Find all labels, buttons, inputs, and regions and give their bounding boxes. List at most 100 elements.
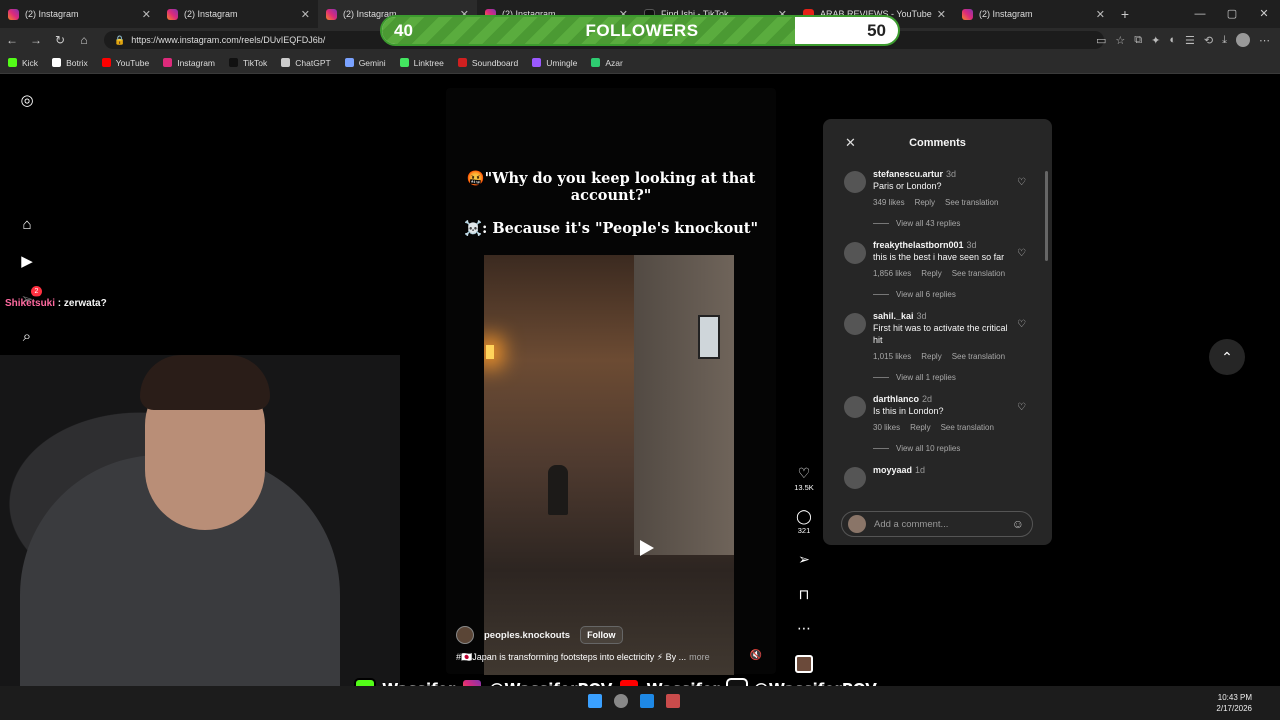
bookmark-umingle[interactable]: Umingle bbox=[532, 58, 577, 68]
ig-favicon-icon bbox=[8, 8, 19, 20]
bookmark-kick[interactable]: Kick bbox=[8, 58, 38, 68]
reader-icon[interactable]: ▭ bbox=[1096, 34, 1106, 47]
minimize-icon[interactable]: — bbox=[1184, 0, 1216, 28]
edge-icon[interactable] bbox=[640, 694, 654, 708]
see-translation-link[interactable]: See translation bbox=[952, 352, 1005, 361]
view-replies-link[interactable]: View all 10 replies bbox=[873, 444, 1018, 453]
comment-likes[interactable]: 349 likes bbox=[873, 198, 905, 207]
browser-tab[interactable]: (2) Instagram ✕ bbox=[159, 0, 318, 28]
bookmark-label: Azar bbox=[605, 57, 623, 68]
author-avatar[interactable] bbox=[456, 626, 474, 644]
close-comments-icon[interactable]: ✕ bbox=[845, 135, 856, 151]
menu-icon[interactable]: ⋯ bbox=[1259, 34, 1270, 47]
author-name[interactable]: peoples.knockouts bbox=[484, 630, 570, 641]
see-translation-link[interactable]: See translation bbox=[952, 269, 1005, 278]
add-comment-field[interactable]: Add a comment... ☺ bbox=[841, 511, 1033, 537]
comments-scrollbar[interactable] bbox=[1045, 171, 1048, 261]
close-tab-icon[interactable]: ✕ bbox=[937, 8, 946, 21]
bookmark-gemini[interactable]: Gemini bbox=[344, 58, 386, 68]
download-icon[interactable]: ⤓ bbox=[1222, 34, 1227, 47]
start-icon[interactable] bbox=[588, 694, 602, 708]
reply-link[interactable]: Reply bbox=[921, 269, 941, 278]
home-nav-icon[interactable]: ⌂ bbox=[18, 216, 36, 234]
commenter-avatar[interactable] bbox=[844, 171, 866, 193]
commenter-avatar[interactable] bbox=[844, 396, 866, 418]
reply-link[interactable]: Reply bbox=[915, 198, 935, 207]
comment-username[interactable]: stefanescu.artur bbox=[873, 169, 943, 179]
save-button[interactable]: ⊓ bbox=[793, 586, 815, 602]
favorite-icon[interactable]: ☆ bbox=[1115, 34, 1125, 47]
bookmark-linktree[interactable]: Linktree bbox=[399, 58, 444, 68]
view-replies-link[interactable]: View all 6 replies bbox=[873, 290, 1018, 299]
ai-icon[interactable]: ◐ bbox=[1169, 34, 1176, 46]
scroll-up-button[interactable]: ⌃ bbox=[1209, 339, 1245, 375]
comment-username[interactable]: darthlanco bbox=[873, 394, 919, 404]
refresh-icon[interactable]: ↻ bbox=[48, 33, 72, 47]
profile-avatar[interactable] bbox=[1236, 33, 1250, 47]
share-button[interactable]: ➢ bbox=[793, 551, 815, 567]
bookmark-youtube[interactable]: YouTube bbox=[101, 58, 149, 68]
close-tab-icon[interactable]: ✕ bbox=[1096, 8, 1105, 21]
comments-list[interactable]: stefanescu.artur 3d Paris or London? 349 li… bbox=[823, 169, 1052, 499]
new-tab-icon[interactable]: + bbox=[1113, 6, 1137, 22]
like-button[interactable]: ♡ 13.5K bbox=[793, 465, 815, 492]
commenter-avatar[interactable] bbox=[844, 242, 866, 264]
extensions-icon[interactable]: ✦ bbox=[1151, 34, 1160, 47]
bookmark-tiktok[interactable]: TikTok bbox=[229, 58, 267, 68]
favorites-bar-icon[interactable]: ☰ bbox=[1185, 34, 1195, 47]
ig-favicon-icon bbox=[167, 8, 178, 20]
follow-button[interactable]: Follow bbox=[580, 626, 623, 644]
comment-likes[interactable]: 1,856 likes bbox=[873, 269, 911, 278]
bookmark-soundboard[interactable]: Soundboard bbox=[457, 58, 518, 68]
reel-video[interactable] bbox=[484, 255, 734, 675]
comment-username[interactable]: sahil._kai bbox=[873, 311, 914, 321]
comment-likes[interactable]: 1,015 likes bbox=[873, 352, 911, 361]
close-window-icon[interactable]: ✕ bbox=[1248, 0, 1280, 28]
add-comment-placeholder: Add a comment... bbox=[874, 518, 949, 530]
bookmark-instagram[interactable]: Instagram bbox=[163, 58, 215, 68]
close-tab-icon[interactable]: ✕ bbox=[142, 8, 151, 21]
reels-nav-icon[interactable]: ▶ bbox=[18, 253, 36, 271]
comment-like-heart-icon[interactable]: ♡ bbox=[1017, 177, 1026, 188]
history-icon[interactable]: ⟲ bbox=[1204, 34, 1213, 47]
reply-link[interactable]: Reply bbox=[921, 352, 941, 361]
bookmark-botrix[interactable]: Botrix bbox=[52, 58, 88, 68]
caption-line-1: 🤬"Why do you keep looking at that accoun… bbox=[466, 170, 756, 204]
see-translation-link[interactable]: See translation bbox=[945, 198, 998, 207]
bookmark-azar[interactable]: Azar bbox=[591, 57, 623, 68]
forward-icon[interactable]: → bbox=[24, 33, 48, 47]
reply-link[interactable]: Reply bbox=[910, 423, 930, 432]
search-icon[interactable] bbox=[614, 694, 628, 708]
play-icon[interactable] bbox=[640, 540, 654, 556]
mute-icon[interactable]: 🔇 bbox=[750, 650, 762, 661]
audio-thumbnail[interactable] bbox=[795, 655, 813, 673]
commenter-avatar[interactable] bbox=[844, 467, 866, 489]
comment-like-heart-icon[interactable]: ♡ bbox=[1017, 248, 1026, 259]
maximize-icon[interactable]: ▢ bbox=[1216, 0, 1248, 28]
instagram-icon bbox=[163, 58, 173, 67]
more-link[interactable]: more bbox=[689, 652, 710, 662]
home-icon[interactable]: ⌂ bbox=[72, 33, 96, 47]
reel-player[interactable]: 🤬"Why do you keep looking at that accoun… bbox=[446, 88, 776, 675]
comment-button[interactable]: ◯ 321 bbox=[793, 508, 815, 535]
browser-tab[interactable]: (2) Instagram ✕ bbox=[0, 0, 159, 28]
see-translation-link[interactable]: See translation bbox=[941, 423, 994, 432]
instagram-logo-icon[interactable]: ◎ bbox=[18, 92, 36, 110]
view-replies-link[interactable]: View all 43 replies bbox=[873, 219, 1018, 228]
browser-tab[interactable]: (2) Instagram ✕ bbox=[954, 0, 1113, 28]
split-icon[interactable]: ⧉ bbox=[1134, 34, 1142, 47]
bookmark-chatgpt[interactable]: ChatGPT bbox=[281, 58, 331, 68]
commenter-avatar[interactable] bbox=[844, 313, 866, 335]
view-replies-link[interactable]: View all 1 replies bbox=[873, 373, 1018, 382]
more-options-button[interactable]: ⋯ bbox=[793, 620, 815, 636]
comment-like-heart-icon[interactable]: ♡ bbox=[1017, 319, 1026, 330]
back-icon[interactable]: ← bbox=[0, 33, 24, 47]
comment-username[interactable]: moyyaad bbox=[873, 465, 912, 475]
comment-username[interactable]: freakythelastborn001 bbox=[873, 240, 964, 250]
close-tab-icon[interactable]: ✕ bbox=[301, 8, 310, 21]
search-nav-icon[interactable]: ⌕ bbox=[18, 328, 36, 346]
obs-icon[interactable] bbox=[666, 694, 680, 708]
comment-like-heart-icon[interactable]: ♡ bbox=[1017, 402, 1026, 413]
comment-likes[interactable]: 30 likes bbox=[873, 423, 900, 432]
emoji-icon[interactable]: ☺ bbox=[1012, 517, 1024, 531]
